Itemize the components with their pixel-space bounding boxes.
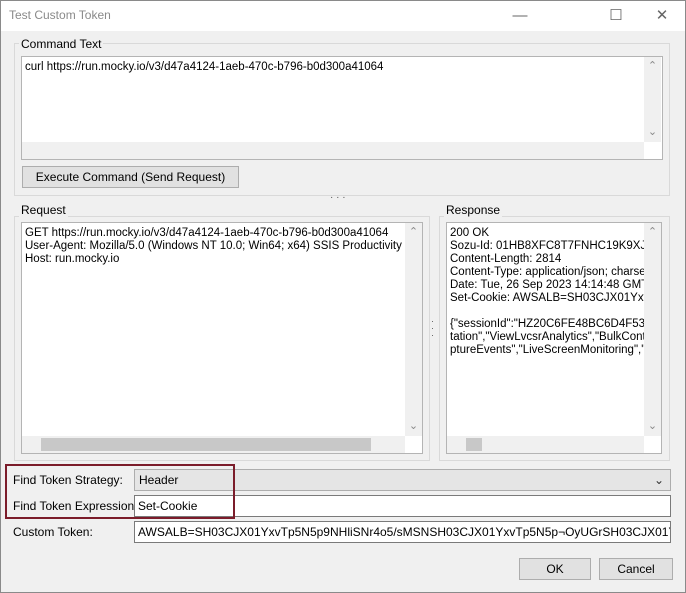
scroll-thumb[interactable] [41,438,371,451]
custom-token-input[interactable]: AWSALB=SH03CJX01YxvTp5N5p9NHliSNr4o5/sMS… [134,521,671,543]
response-text-value: 200 OK Sozu-Id: 01HB8XFC8T7FNHC19K9XJMV … [450,227,662,356]
request-legend: Request [19,203,68,217]
chevron-down-icon: ⌄ [653,473,664,487]
request-text-value: GET https://run.mocky.io/v3/d47a4124-1ae… [25,227,422,265]
splitter-handle[interactable]: · · · [330,192,346,203]
maximize-icon: ☐ [609,7,623,24]
scroll-up-icon[interactable]: ⌃ [644,224,661,241]
scroll-down-icon[interactable]: ⌄ [644,124,661,141]
maximize-button[interactable]: ☐ [593,1,639,31]
command-vertical-scrollbar[interactable]: ⌃ ⌄ [644,57,661,142]
title-bar: Test Custom Token — ☐ ✕ [1,1,685,31]
ok-button[interactable]: OK [519,558,591,580]
response-vertical-scrollbar[interactable]: ⌃ ⌄ [644,223,661,436]
request-text-area[interactable]: GET https://run.mocky.io/v3/d47a4124-1ae… [21,222,423,454]
scroll-down-icon[interactable]: ⌄ [644,418,661,435]
scroll-up-icon[interactable]: ⌃ [644,58,661,75]
response-legend: Response [444,203,503,217]
cancel-button[interactable]: Cancel [599,558,673,580]
command-text-input[interactable]: curl https://run.mocky.io/v3/d47a4124-1a… [21,56,663,160]
command-horizontal-scrollbar[interactable]: < > [22,142,644,159]
minimize-button[interactable]: — [497,1,543,31]
custom-token-label: Custom Token: [13,525,93,539]
minimize-icon: — [512,7,528,24]
command-text-legend: Command Text [19,37,104,51]
scroll-down-icon[interactable]: ⌄ [405,418,422,435]
response-horizontal-scrollbar[interactable]: < > [447,436,644,453]
vertical-splitter-handle[interactable]: · · · [431,317,434,340]
scroll-thumb[interactable] [466,438,482,451]
command-text-value: curl https://run.mocky.io/v3/d47a4124-1a… [25,61,384,73]
execute-command-button[interactable]: Execute Command (Send Request) [22,166,239,188]
scroll-up-icon[interactable]: ⌃ [405,224,422,241]
close-button[interactable]: ✕ [639,1,685,31]
window-title: Test Custom Token [9,8,111,22]
close-icon: ✕ [655,7,669,24]
highlight-box [5,464,235,519]
request-vertical-scrollbar[interactable]: ⌃ ⌄ [405,223,422,436]
response-text-area[interactable]: 200 OK Sozu-Id: 01HB8XFC8T7FNHC19K9XJMV … [446,222,662,454]
request-horizontal-scrollbar[interactable]: < > [22,436,405,453]
